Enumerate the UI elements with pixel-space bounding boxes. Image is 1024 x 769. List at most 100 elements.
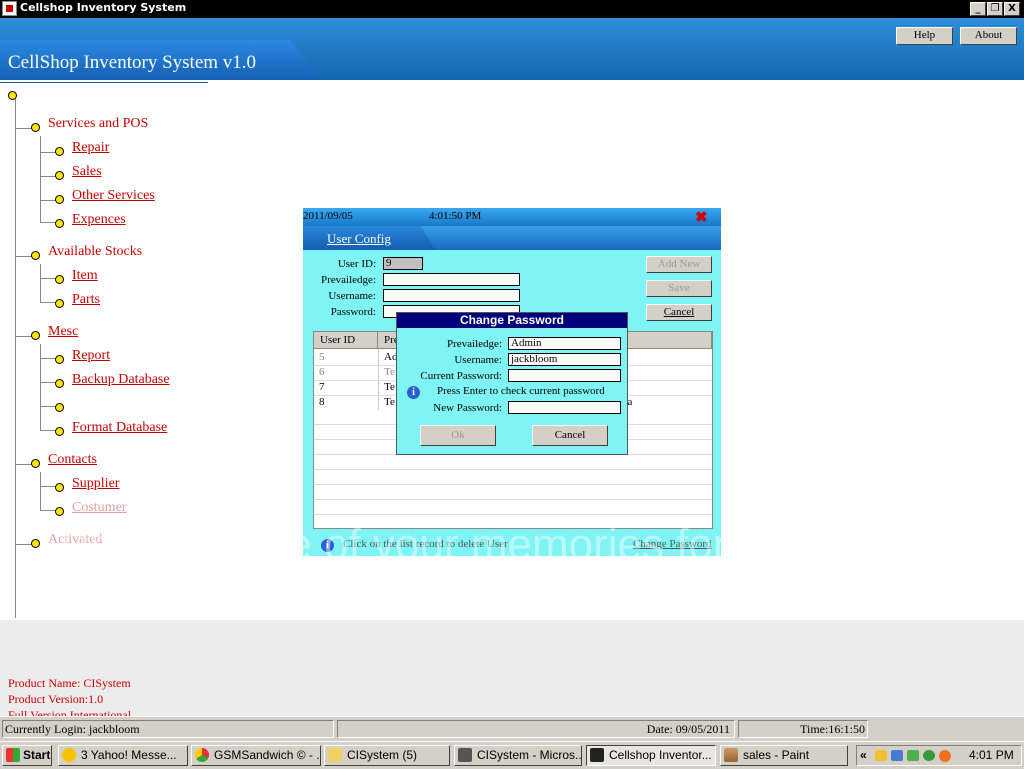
chrome-icon: [195, 748, 209, 762]
tree-node-icon: [31, 459, 40, 468]
cp-cancel-button[interactable]: Cancel: [532, 425, 608, 446]
paint-icon: [724, 748, 738, 762]
start-button[interactable]: Start: [2, 745, 52, 766]
tree-node-icon: [31, 539, 40, 548]
cp-username-label: Username:: [454, 354, 502, 366]
dialog-titlebar: 2011/09/05 4:01:50 PM ✖: [303, 208, 721, 226]
column-header-user-id[interactable]: User ID: [314, 332, 378, 349]
tree-item-item[interactable]: Item: [72, 268, 98, 284]
row-user-id: 7: [319, 381, 325, 393]
system-tray: « 4:01 PM: [856, 745, 1022, 766]
cancel-button[interactable]: Cancel: [646, 304, 712, 321]
ok-button[interactable]: Ok: [420, 425, 496, 446]
tree-group-mesc[interactable]: Mesc: [48, 324, 78, 340]
cp-privilege-field[interactable]: Admin: [508, 337, 621, 350]
tree-item-report[interactable]: Report: [72, 348, 110, 364]
tree-item-repair[interactable]: Repair: [72, 140, 109, 156]
dialog-date: 2011/09/05: [303, 210, 353, 222]
tray-security-icon[interactable]: [923, 750, 935, 761]
window-title: Cellshop Inventory System: [20, 1, 187, 14]
tray-mail-icon[interactable]: [875, 750, 887, 761]
tray-app-icon[interactable]: [939, 750, 951, 762]
product-version: Product Version:1.0: [8, 692, 104, 706]
status-date: Date: 09/05/2011: [337, 720, 735, 738]
row-user-id: 5: [319, 351, 325, 363]
status-bar: Currently Login: jackbloom Date: 09/05/2…: [0, 716, 1024, 741]
row-user-id: 6: [319, 366, 325, 378]
tree-node-icon: [55, 355, 64, 364]
dialog-title: User Config: [327, 231, 391, 246]
taskbar-button-cisystem-micros[interactable]: CISystem - Micros...: [454, 745, 582, 766]
start-label: Start: [23, 748, 51, 762]
tree-node-icon: [55, 275, 64, 284]
tray-network-icon[interactable]: [891, 750, 903, 761]
taskbar-button-cellshop[interactable]: Cellshop Inventor...: [586, 745, 716, 766]
dialog-header-band: User Config: [303, 226, 721, 250]
row-user-id: 8: [319, 396, 325, 408]
taskbar-button-yahoo[interactable]: 3 Yahoo! Messe...: [58, 745, 188, 766]
restore-button[interactable]: ❐: [987, 2, 1003, 16]
tree-node-icon: [55, 507, 64, 516]
privilege-field[interactable]: [383, 273, 520, 286]
tree-group-contacts[interactable]: Contacts: [48, 452, 97, 468]
tree-item-backup-database[interactable]: Backup Database: [72, 372, 170, 388]
privilege-label: Prevailedge:: [321, 274, 376, 286]
help-button[interactable]: Help: [896, 27, 953, 45]
cp-hint: Press Enter to check current password: [437, 385, 605, 397]
dialog-close-icon[interactable]: ✖: [695, 208, 708, 227]
window-titlebar: Cellshop Inventory System _ ❐ X: [0, 0, 1024, 18]
tree-node-icon: [55, 403, 64, 412]
cellshop-app-icon: [590, 748, 604, 762]
user-id-field: 9: [383, 257, 423, 270]
taskbar-button-label: CISystem (5): [347, 748, 418, 762]
minimize-button[interactable]: _: [970, 2, 986, 16]
taskbar-button-label: 3 Yahoo! Messe...: [81, 748, 177, 762]
tree-node-icon: [55, 195, 64, 204]
tree-item-expences[interactable]: Expences: [72, 212, 126, 228]
status-time: Time:16:1:50: [738, 720, 868, 738]
cp-new-password-field[interactable]: [508, 401, 621, 414]
change-password-dialog: Change Password Prevailedge: Admin Usern…: [396, 312, 628, 455]
cp-current-password-label: Current Password:: [420, 370, 502, 382]
tree-item-format-database[interactable]: Format Database: [72, 420, 167, 436]
tree-node-icon: [55, 147, 64, 156]
row-privilege: Te: [384, 366, 395, 378]
tree-sub-line: [40, 344, 41, 430]
tree-node-icon: [55, 427, 64, 436]
tree-item-user-security[interactable]: User Security: [72, 396, 149, 412]
tray-clock[interactable]: 4:01 PM: [969, 746, 1014, 765]
product-name: Product Name: CISystem: [8, 676, 131, 690]
close-button[interactable]: X: [1004, 2, 1020, 16]
tree-sub-line: [40, 136, 41, 222]
full-version: Full Version International: [8, 708, 132, 716]
cp-current-password-field[interactable]: [508, 369, 621, 382]
taskbar-button-paint[interactable]: sales - Paint: [720, 745, 848, 766]
about-button[interactable]: About: [960, 27, 1017, 45]
tree-group-services-pos[interactable]: Services and POS: [48, 116, 148, 132]
taskbar-button-cisystem-folder[interactable]: CISystem (5): [324, 745, 450, 766]
tree-node-icon: [55, 483, 64, 492]
tree-node-icon: [55, 299, 64, 308]
tree-item-costumer[interactable]: Costumer: [72, 500, 126, 516]
row-privilege: Te: [384, 396, 395, 408]
cp-info-icon: i: [407, 386, 420, 399]
save-button[interactable]: Save: [646, 280, 712, 297]
tree-item-other-services[interactable]: Other Services: [72, 188, 155, 204]
app-title: CellShop Inventory System v1.0: [8, 52, 257, 73]
tree-item-supplier[interactable]: Supplier: [72, 476, 119, 492]
taskbar: Start 3 Yahoo! Messe... GSMSandwich © - …: [0, 741, 1024, 769]
tree-node-icon: [55, 379, 64, 388]
tree-group-available-stocks[interactable]: Available Stocks: [48, 244, 142, 260]
tree-item-sales[interactable]: Sales: [72, 164, 102, 180]
header-underline: [0, 82, 208, 83]
cp-username-field[interactable]: jackbloom: [508, 353, 621, 366]
tree-item-parts[interactable]: Parts: [72, 292, 100, 308]
taskbar-button-label: Cellshop Inventor...: [609, 748, 712, 762]
tray-expand-icon[interactable]: «: [860, 746, 867, 765]
watermark-tagline: Protect more of your memories for less!: [60, 520, 831, 569]
username-field[interactable]: [383, 289, 520, 302]
add-new-button[interactable]: Add New: [646, 256, 712, 273]
taskbar-button-gsmsandwich[interactable]: GSMSandwich © - ...: [191, 745, 321, 766]
app-icon: [2, 1, 17, 16]
tray-shield-icon[interactable]: [907, 750, 919, 761]
